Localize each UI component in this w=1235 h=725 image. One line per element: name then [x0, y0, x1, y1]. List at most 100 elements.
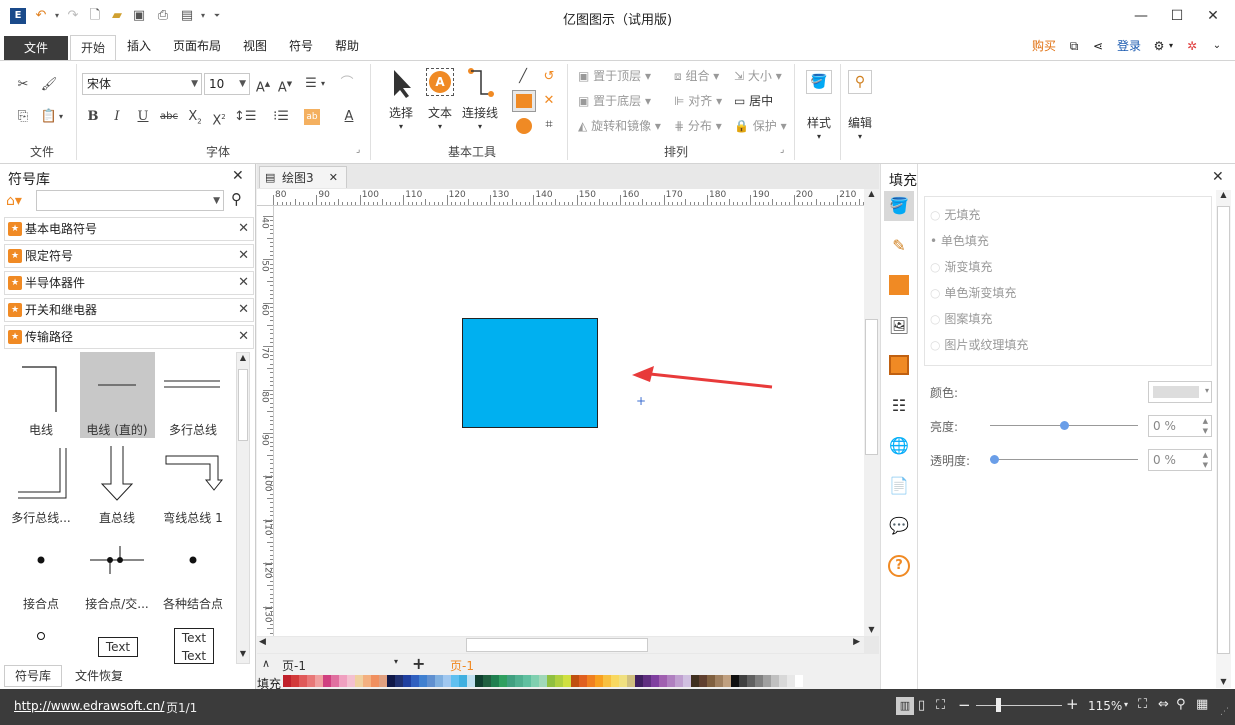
color-swatch[interactable] [707, 675, 715, 687]
fill-panel-icon[interactable]: 🪣 [884, 191, 914, 221]
view-page-icon[interactable]: ▯ [918, 698, 925, 713]
color-swatch[interactable] [619, 675, 627, 687]
scroll-left-icon[interactable]: ◀ [259, 637, 266, 647]
protect-button[interactable]: 🔒 保护 ▾ [734, 116, 787, 136]
color-swatch[interactable] [627, 675, 635, 687]
color-swatch[interactable] [563, 675, 571, 687]
size-button[interactable]: ⇲ 大小 ▾ [734, 66, 782, 86]
color-swatch[interactable] [307, 675, 315, 687]
fit-page-icon[interactable]: ⛶ [1138, 697, 1147, 712]
scroll-thumb[interactable] [238, 369, 248, 441]
italic-icon[interactable]: I [106, 106, 128, 128]
color-swatch[interactable] [387, 675, 395, 687]
bold-icon[interactable]: B [82, 106, 104, 128]
library-section[interactable]: ★ 开关和继电器 ✕ [4, 298, 254, 322]
slider-thumb[interactable] [990, 455, 999, 464]
shape-item[interactable] [4, 624, 78, 660]
scroll-down-icon[interactable]: ▼ [237, 649, 249, 663]
format-painter-icon[interactable]: 🖌 [38, 74, 60, 96]
file-menu-button[interactable]: 文件 [4, 36, 68, 60]
superscript-icon[interactable]: X2 [208, 106, 230, 128]
library-section[interactable]: ★ 半导体器件 ✕ [4, 271, 254, 295]
color-swatch[interactable] [579, 675, 587, 687]
scroll-down-icon[interactable]: ▼ [864, 625, 879, 634]
line-style-icon[interactable]: ✎ [884, 231, 914, 261]
color-swatch[interactable] [347, 675, 355, 687]
brightness-input[interactable]: 0 % ▲ ▼ [1148, 415, 1212, 437]
copy-icon[interactable]: ⎘ [12, 106, 34, 128]
library-section[interactable]: ★ 限定符号 ✕ [4, 244, 254, 268]
center-button[interactable]: ▭ 居中 [734, 91, 773, 111]
settings-dropdown-icon[interactable]: ▾ [1166, 32, 1176, 60]
note-icon[interactable]: 📄 [884, 471, 914, 501]
color-swatch[interactable] [323, 675, 331, 687]
color-swatch[interactable] [683, 675, 691, 687]
comment-icon[interactable]: 💬 [884, 511, 914, 541]
underline-icon[interactable]: U [132, 106, 154, 128]
arc-tool-icon[interactable]: ↺ [538, 66, 560, 88]
close-icon[interactable]: ✕ [1198, 6, 1228, 26]
buy-link[interactable]: 购买 [1028, 32, 1060, 60]
zoom-slider[interactable] [976, 698, 1062, 712]
image-icon[interactable]: 🖼 [884, 311, 914, 341]
color-swatch[interactable] [787, 675, 795, 687]
color-swatch[interactable] [451, 675, 459, 687]
font-name-select[interactable]: 宋体 ▼ [82, 73, 202, 95]
color-swatch[interactable] [459, 675, 467, 687]
scroll-up-icon[interactable]: ▲ [1216, 190, 1231, 199]
subscript-icon[interactable]: X2 [184, 106, 206, 128]
color-swatch[interactable] [779, 675, 787, 687]
properties-icon[interactable]: ☷ [884, 391, 914, 421]
send-to-back-button[interactable]: ▣ 置于底层 ▾ [578, 91, 651, 111]
brightness-slider[interactable] [990, 420, 1138, 432]
bullet-list-icon[interactable]: ⁝☰ [270, 106, 292, 128]
maximize-icon[interactable]: ☐ [1162, 6, 1192, 26]
tab-view[interactable]: 视图 [236, 32, 274, 60]
color-swatch[interactable] [587, 675, 595, 687]
text-align-dropdown-icon[interactable]: ▾ [318, 73, 328, 95]
scroll-up-icon[interactable]: ▲ [864, 189, 879, 205]
search-icon[interactable]: ⚲ [231, 190, 242, 208]
library-bottom-tab[interactable]: 符号库 [4, 665, 62, 687]
color-swatch[interactable] [555, 675, 563, 687]
cross-tool-icon[interactable]: ✕ [538, 90, 560, 112]
shape-item[interactable]: 直总线 [80, 442, 155, 526]
paste-dropdown-icon[interactable]: ▾ [56, 106, 66, 128]
shape-item[interactable]: 电线 (直的) [80, 352, 155, 438]
color-swatch[interactable] [315, 675, 323, 687]
color-swatch[interactable] [371, 675, 379, 687]
color-swatch[interactable] [603, 675, 611, 687]
add-page-icon[interactable]: + [412, 654, 425, 673]
close-section-icon[interactable]: ✕ [238, 218, 249, 240]
color-swatch[interactable] [419, 675, 427, 687]
rectangle-tool-icon[interactable] [512, 90, 536, 112]
color-swatch[interactable] [331, 675, 339, 687]
font-color-icon[interactable]: A [338, 106, 360, 128]
close-tab-icon[interactable]: ✕ [329, 167, 338, 189]
scroll-down-icon[interactable]: ▼ [1216, 677, 1231, 686]
fill-option-solid[interactable]: • 单色填充 [930, 231, 989, 251]
color-swatch[interactable] [531, 675, 539, 687]
color-swatch[interactable] [499, 675, 507, 687]
color-swatch[interactable] [635, 675, 643, 687]
grow-font-icon[interactable]: A▲ [252, 73, 274, 95]
page-collapse-icon[interactable]: ∧ [262, 657, 270, 670]
spinner-icon[interactable]: ▲ ▼ [1203, 416, 1208, 436]
shape-item[interactable]: Text Text [156, 624, 230, 664]
color-swatch[interactable] [467, 675, 475, 687]
color-swatch[interactable] [739, 675, 747, 687]
color-swatch[interactable] [651, 675, 659, 687]
slider-thumb[interactable] [1060, 421, 1069, 430]
color-swatch[interactable] [731, 675, 739, 687]
color-swatch[interactable] [523, 675, 531, 687]
help-icon[interactable]: ? [888, 555, 910, 577]
color-swatch[interactable] [675, 675, 683, 687]
horizontal-scrollbar[interactable]: ◀ ▶ [257, 637, 864, 653]
color-swatch[interactable] [427, 675, 435, 687]
zoom-in-icon[interactable]: + [1066, 695, 1079, 713]
zoom-fit-icon[interactable]: ⚲ [1176, 697, 1186, 712]
minimize-icon[interactable]: — [1126, 6, 1156, 26]
close-section-icon[interactable]: ✕ [238, 245, 249, 267]
tab-help[interactable]: 帮助 [328, 32, 366, 60]
color-swatch[interactable] [379, 675, 387, 687]
